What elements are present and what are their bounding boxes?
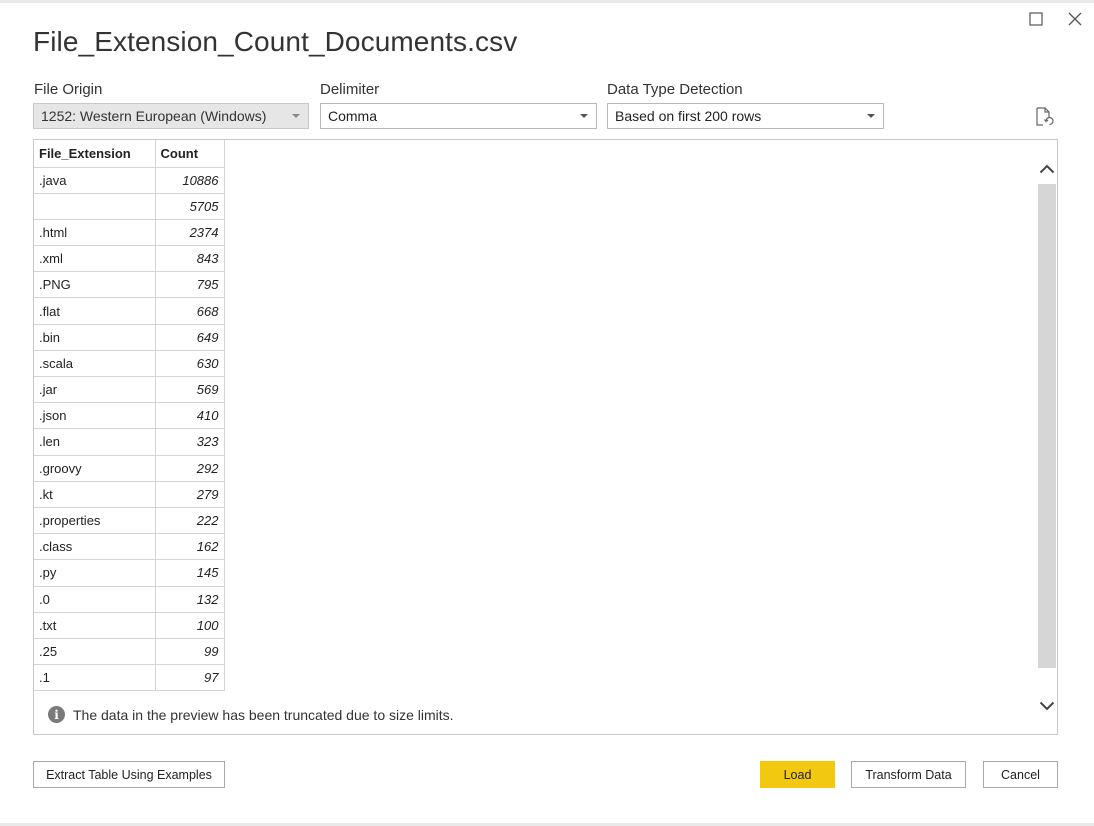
table-row: .1 97: [34, 664, 225, 692]
data-type-detection-value: Based on first 200 rows: [615, 108, 762, 124]
data-type-detection-label: Data Type Detection: [607, 81, 743, 98]
extract-table-button[interactable]: Extract Table Using Examples: [33, 761, 225, 788]
file-origin-value: 1252: Western European (Windows): [41, 108, 267, 124]
close-icon: [1068, 12, 1082, 26]
close-button[interactable]: [1064, 8, 1086, 30]
maximize-icon: [1029, 12, 1043, 26]
count-cell: 222: [154, 506, 225, 535]
table-row: .txt 100: [34, 611, 225, 639]
count-cell: 162: [154, 533, 225, 561]
file-extension-cell: .py: [34, 559, 156, 587]
navigator-dialog: File_Extension_Count_Documents.csv File …: [0, 0, 1094, 826]
count-cell: 10886: [154, 166, 225, 194]
table-row: .java 10886: [34, 166, 225, 194]
table-row: .py 145: [34, 559, 225, 587]
delimiter-label: Delimiter: [320, 81, 380, 98]
count-cell: 279: [154, 480, 225, 508]
table-row: .flat 668: [34, 297, 225, 325]
file-extension-cell: .bin: [34, 323, 156, 351]
file-extension-cell: .kt: [34, 480, 156, 508]
load-button[interactable]: Load: [760, 761, 835, 788]
file-extension-cell: .0: [34, 585, 156, 613]
transform-data-button[interactable]: Transform Data: [851, 761, 966, 788]
file-extension-cell: .java: [34, 166, 156, 194]
count-cell: 649: [154, 323, 225, 351]
table-row: .scala 630: [34, 349, 225, 378]
refresh-preview-button[interactable]: [1033, 106, 1055, 128]
count-cell: 2374: [154, 218, 225, 247]
file-origin-label: File Origin: [34, 81, 103, 98]
header-row: File_Extension Count: [34, 140, 225, 168]
count-cell: 410: [154, 402, 225, 430]
table-row: .json 410: [34, 402, 225, 430]
table-row: .class 162: [34, 533, 225, 561]
table-row: .bin 649: [34, 323, 225, 351]
file-extension-cell: .xml: [34, 245, 156, 273]
info-icon: i: [48, 706, 65, 723]
count-cell: 668: [154, 297, 225, 325]
refresh-document-icon: [1036, 107, 1054, 126]
table-row: .html 2374: [34, 218, 225, 247]
table-row: .len 323: [34, 428, 225, 456]
table-row: .properties 222: [34, 506, 225, 535]
count-cell: 100: [154, 611, 225, 639]
count-cell: 569: [154, 375, 225, 404]
file-extension-cell: .25: [34, 637, 156, 666]
file-extension-cell: .txt: [34, 611, 156, 639]
count-cell: 795: [154, 271, 225, 299]
column-header-file-extension[interactable]: File_Extension: [34, 140, 156, 168]
table-row: .xml 843: [34, 245, 225, 273]
file-extension-cell: .class: [34, 533, 156, 561]
column-header-count[interactable]: Count: [154, 140, 225, 168]
chevron-down-icon: [867, 114, 875, 118]
file-extension-cell: .len: [34, 428, 156, 456]
file-extension-cell: .scala: [34, 349, 156, 378]
table-row: .groovy 292: [34, 454, 225, 482]
count-cell: 5705: [154, 192, 225, 220]
top-border: [0, 0, 1094, 3]
count-cell: 630: [154, 349, 225, 378]
count-cell: 132: [154, 585, 225, 613]
data-type-detection-select[interactable]: Based on first 200 rows: [607, 103, 884, 129]
dialog-title: File_Extension_Count_Documents.csv: [33, 26, 518, 57]
file-extension-cell: .PNG: [34, 271, 156, 299]
count-cell: 843: [154, 245, 225, 273]
file-extension-cell: .jar: [34, 375, 156, 404]
table-row: .kt 279: [34, 480, 225, 508]
file-extension-cell: [34, 192, 156, 220]
file-extension-cell: .html: [34, 218, 156, 247]
file-origin-select[interactable]: 1252: Western European (Windows): [33, 103, 309, 129]
file-extension-cell: .json: [34, 402, 156, 430]
truncation-notice: i The data in the preview has been trunc…: [48, 706, 454, 723]
count-cell: 99: [154, 637, 225, 666]
count-cell: 292: [154, 454, 225, 482]
file-extension-cell: .groovy: [34, 454, 156, 482]
file-extension-cell: .properties: [34, 506, 156, 535]
chevron-down-icon: [1039, 701, 1055, 711]
data-preview-pane: File_Extension Count .java 10886 5705 .ht…: [33, 139, 1058, 735]
table-row: 5705: [34, 192, 225, 220]
chevron-down-icon: [292, 114, 300, 118]
table-row: .jar 569: [34, 375, 225, 404]
chevron-up-icon: [1039, 164, 1055, 174]
vertical-scrollbar[interactable]: [1037, 140, 1057, 734]
scroll-thumb[interactable]: [1038, 184, 1056, 668]
file-extension-cell: .flat: [34, 297, 156, 325]
preview-table: File_Extension Count .java 10886 5705 .ht…: [34, 140, 225, 692]
count-cell: 97: [154, 664, 225, 692]
cancel-button[interactable]: Cancel: [983, 761, 1058, 788]
file-extension-cell: .1: [34, 664, 156, 692]
delimiter-select[interactable]: Comma: [320, 103, 597, 129]
scroll-down-button[interactable]: [1037, 689, 1057, 723]
truncation-message: The data in the preview has been truncat…: [73, 706, 454, 723]
delimiter-value: Comma: [328, 108, 378, 124]
scroll-up-button[interactable]: [1037, 152, 1057, 186]
maximize-button[interactable]: [1025, 8, 1047, 30]
table-row: .25 99: [34, 637, 225, 666]
table-row: .0 132: [34, 585, 225, 613]
chevron-down-icon: [580, 114, 588, 118]
count-cell: 323: [154, 428, 225, 456]
table-row: .PNG 795: [34, 271, 225, 299]
count-cell: 145: [154, 559, 225, 587]
